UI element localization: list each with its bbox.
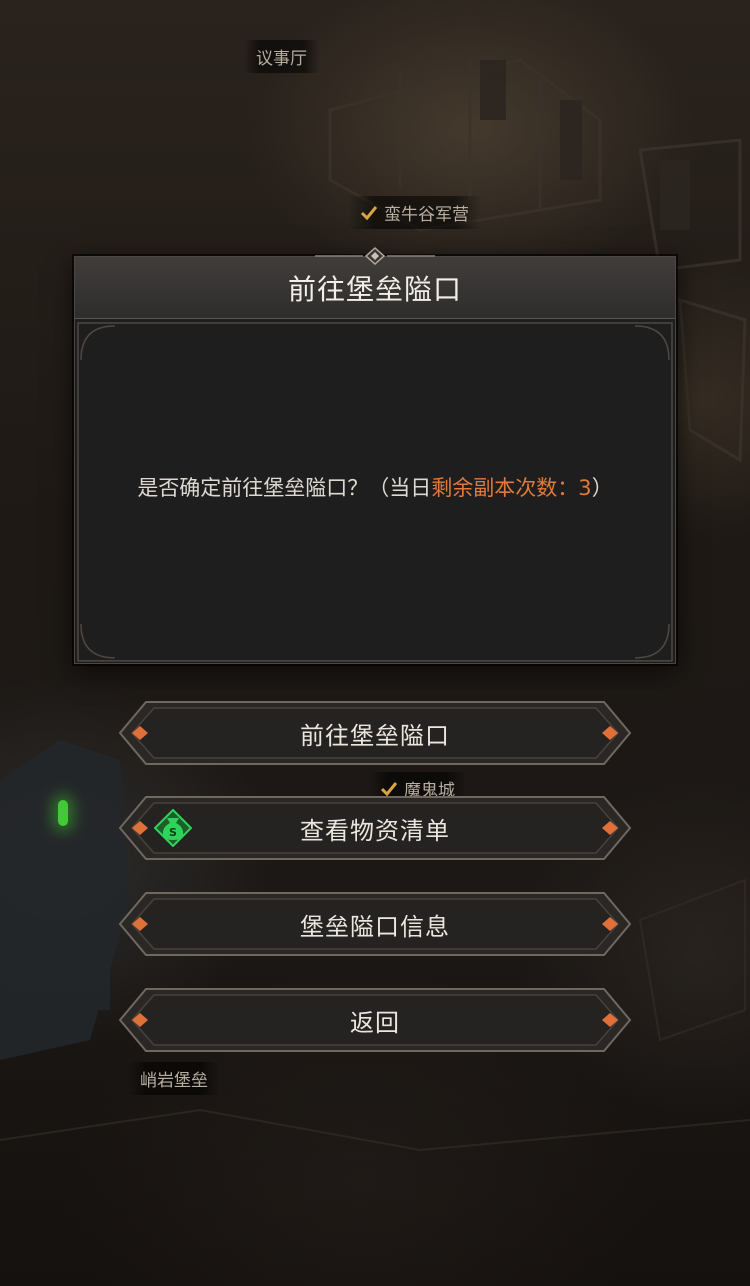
check-icon xyxy=(360,204,378,222)
confirm-dialog: 前往堡垒隘口 是否确定前往堡垒隘口？（当日剩余副本次数：3） xyxy=(74,246,676,664)
map-label-council-hall[interactable]: 议事厅 xyxy=(244,40,319,73)
dialog-body: 是否确定前往堡垒隘口？（当日剩余副本次数：3） xyxy=(75,320,675,663)
money-bag-icon: S xyxy=(154,809,192,847)
green-light-glow xyxy=(58,800,68,826)
message-suffix: ） xyxy=(591,475,613,500)
go-to-fortress-pass-button[interactable]: 前往堡垒隘口 xyxy=(118,700,632,766)
button-label: 查看物资清单 xyxy=(300,816,450,845)
dialog-title: 前往堡垒隘口 xyxy=(287,272,462,306)
button-label: 堡垒隘口信息 xyxy=(300,912,450,941)
button-label: 返回 xyxy=(350,1008,400,1037)
header-ornament-icon xyxy=(315,246,435,266)
button-label: 前往堡垒隘口 xyxy=(300,721,450,750)
dialog-header: 前往堡垒隘口 xyxy=(75,257,675,319)
fortress-pass-info-button[interactable]: 堡垒隘口信息 xyxy=(118,891,632,957)
map-label-cliff-fortress[interactable]: 峭岩堡垒 xyxy=(128,1062,220,1095)
view-supplies-list-button[interactable]: S 查看物资清单 xyxy=(118,795,632,861)
map-label-text: 峭岩堡垒 xyxy=(140,1071,208,1091)
back-button[interactable]: 返回 xyxy=(118,987,632,1053)
map-label-text: 蛮牛谷军营 xyxy=(384,205,469,225)
remaining-count-text: 剩余副本次数：3 xyxy=(431,475,592,500)
dialog-message: 是否确定前往堡垒隘口？（当日剩余副本次数：3） xyxy=(137,472,612,502)
svg-text:S: S xyxy=(169,826,177,839)
map-label-bull-valley-camp[interactable]: 蛮牛谷军营 xyxy=(348,196,481,229)
message-text: 是否确定前往堡垒隘口？（当日 xyxy=(137,475,432,500)
map-label-text: 议事厅 xyxy=(256,49,307,69)
